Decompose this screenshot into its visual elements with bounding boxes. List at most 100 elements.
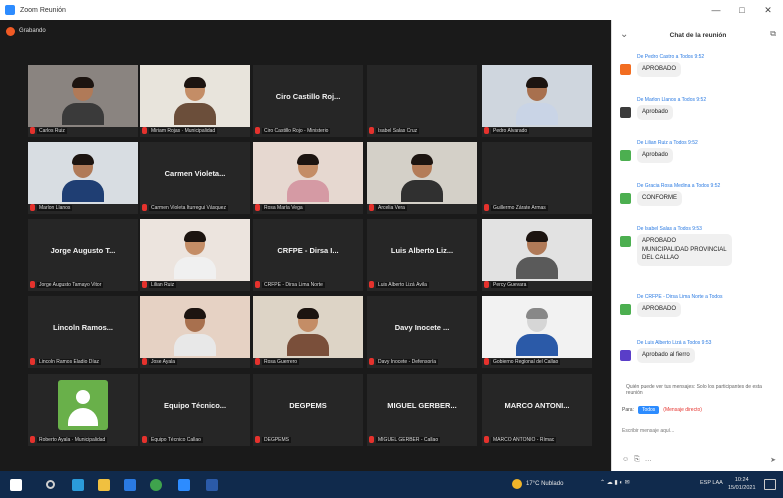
participant-caption: Carmen Violeta Iturregui Vásquez <box>142 203 248 212</box>
chat-message-text: CONFORME <box>637 191 682 206</box>
chat-input[interactable] <box>622 425 772 437</box>
participant-tile[interactable]: Equipo Técnico... Equipo Técnico Callao <box>140 374 250 446</box>
participant-caption: Rosa María Vega <box>255 203 361 212</box>
weather-widget[interactable]: 17°C Nublado <box>512 479 563 489</box>
torso <box>62 180 104 202</box>
participant-tile[interactable]: Luis Alberto Liz... Luis Alberto Lizá Ávi… <box>367 219 477 291</box>
participant-figure <box>174 231 216 279</box>
file-explorer-icon[interactable] <box>98 478 110 491</box>
participant-tile[interactable]: Isabel Salas Cruz <box>367 65 477 137</box>
more-options-icon[interactable]: … <box>645 456 652 464</box>
participant-tile[interactable]: Miriam Rojas · Municipalidad <box>140 65 250 137</box>
participant-tile[interactable]: Carlos Ruiz <box>28 65 138 137</box>
minimize-button[interactable]: — <box>704 0 728 20</box>
participant-tile[interactable]: Lilian Ruiz <box>140 219 250 291</box>
windows-icon[interactable] <box>10 478 22 491</box>
close-button[interactable]: ✕ <box>756 0 780 20</box>
participant-tile[interactable]: Rosa María Vega <box>253 142 363 214</box>
participant-caption: Jorge Augusto Tamayo Vitor <box>30 280 136 289</box>
clock-time: 10:24 <box>734 477 749 483</box>
language-indicator[interactable]: ESP LAA <box>700 480 723 486</box>
participant-name: Roberto Ayala · Municipalidad <box>37 436 108 443</box>
participant-tile[interactable]: Guillermo Zárate Armas <box>482 142 592 214</box>
torso <box>174 334 216 356</box>
recording-label: Grabando <box>19 28 46 34</box>
clock[interactable]: 10:24 15/01/2021 <box>728 476 756 492</box>
participant-caption: Roberto Ayala · Municipalidad <box>30 435 136 444</box>
chat-message-text: Aprobado <box>637 105 674 120</box>
participant-caption: Equipo Técnico Callao <box>142 435 248 444</box>
edge-icon[interactable] <box>72 478 84 491</box>
participant-tile[interactable]: Carmen Violeta... Carmen Violeta Iturregu… <box>140 142 250 214</box>
participant-tile[interactable]: CRFPE - Dirsa I... CRFPE - Dirsa Lima Nor… <box>253 219 363 291</box>
chat-sender: De Gracia Rosa Medina a Todos 9:52 <box>637 183 721 189</box>
torso <box>401 180 443 202</box>
participant-tile[interactable]: Marlon Llanos <box>28 142 138 214</box>
weather-text: 17°C Nublado <box>526 481 564 487</box>
participant-display-name: MIGUEL GERBER... <box>387 401 457 410</box>
store-icon[interactable] <box>124 478 136 491</box>
chat-sender: De Luis Alberto Lizá a Todos 9:53 <box>637 340 712 346</box>
participant-tile[interactable]: Gobierno Regional del Callao <box>482 296 592 368</box>
participant-tile[interactable]: MIGUEL GERBER... MIGUEL GERBER - Callao <box>367 374 477 446</box>
participant-tile[interactable]: Lincoln Ramos... Lincoln Ramos Eladio Día… <box>28 296 138 368</box>
hair <box>72 154 94 165</box>
chevron-down-icon[interactable]: ⌄ <box>620 29 628 40</box>
participant-name: Gobierno Regional del Callao <box>491 358 561 365</box>
avatar-head <box>76 390 90 404</box>
chrome-icon[interactable] <box>150 478 162 491</box>
send-icon[interactable]: ➤ <box>770 456 776 464</box>
emoji-icon[interactable]: ☺ <box>622 456 629 464</box>
participant-tile[interactable]: Davy Inocete ... Davy Inocete - Defensorí… <box>367 296 477 368</box>
chat-message-list[interactable]: De Pedro Castro a Todos 9:52 APROBADO De M… <box>612 50 783 380</box>
zoom-icon[interactable] <box>178 478 190 491</box>
muted-mic-icon <box>255 436 260 443</box>
participant-figure <box>287 154 329 202</box>
muted-mic-icon <box>255 204 260 211</box>
popout-icon[interactable]: ⧉ <box>770 29 776 39</box>
muted-mic-icon <box>142 358 147 365</box>
attach-file-icon[interactable]: ⎘ <box>634 456 640 464</box>
participant-tile[interactable]: Pedro Alvarado <box>482 65 592 137</box>
recipient-select[interactable]: Todos <box>637 406 660 414</box>
title-bar: Zoom Reunión — □ ✕ <box>0 0 783 20</box>
chat-sender: De Isabel Salas a Todos 9:53 <box>637 226 702 232</box>
participant-name: Miriam Rojas · Municipalidad <box>149 127 218 134</box>
search-icon[interactable] <box>46 478 55 491</box>
edge-glyph <box>72 478 84 491</box>
participant-tile[interactable]: Arcelia Vera <box>367 142 477 214</box>
muted-mic-icon <box>369 436 374 443</box>
notifications-icon[interactable] <box>764 479 776 490</box>
sender-avatar-icon <box>620 150 631 161</box>
participant-name: CRFPE - Dirsa Lima Norte <box>262 281 325 288</box>
torso <box>516 103 558 125</box>
system-tray-icons[interactable]: ⌃ ☁ ▮ ◐ ✉ <box>600 479 630 486</box>
word-icon[interactable] <box>206 478 218 491</box>
participant-figure <box>516 231 558 279</box>
participant-tile[interactable]: Jorge Augusto T... Jorge Augusto Tamayo V… <box>28 219 138 291</box>
meeting-area: Grabando Carlos Ruiz Miriam Rojas · Munic… <box>0 20 611 471</box>
maximize-button[interactable]: □ <box>730 0 754 20</box>
participant-tile[interactable]: Jose Ayala <box>140 296 250 368</box>
sender-avatar-icon <box>620 64 631 75</box>
recording-indicator[interactable]: Grabando <box>6 25 46 37</box>
muted-mic-icon <box>142 204 147 211</box>
participant-tile[interactable]: Rosa Guerrero <box>253 296 363 368</box>
chat-title: Chat de la reunión <box>669 31 727 39</box>
participant-tile[interactable]: MARCO ANTONI... MARCO ANTONIO - Rímac <box>482 374 592 446</box>
muted-mic-icon <box>484 127 489 134</box>
video-feed <box>482 65 592 127</box>
participant-name: Arcelia Vera <box>376 204 407 211</box>
sender-avatar-icon <box>620 236 631 247</box>
chat-message-text: APROBADO <box>637 62 682 77</box>
participant-name: Carlos Ruiz <box>37 127 67 134</box>
video-feed <box>140 296 250 358</box>
participant-tile[interactable]: Roberto Ayala · Municipalidad <box>28 374 138 446</box>
participant-tile[interactable]: Percy Guevara <box>482 219 592 291</box>
muted-mic-icon <box>369 127 374 134</box>
chat-message-text: APROBADO MUNICIPALIDAD PROVINCIAL DEL CA… <box>637 234 732 266</box>
chat-panel: ⌄ Chat de la reunión ⧉ De Pedro Castro a… <box>611 20 783 471</box>
participant-tile[interactable]: Ciro Castillo Roj... Ciro Castillo Rojo -… <box>253 65 363 137</box>
participant-tile[interactable]: DEGPEMS DEGPEMS <box>253 374 363 446</box>
torso <box>516 257 558 279</box>
